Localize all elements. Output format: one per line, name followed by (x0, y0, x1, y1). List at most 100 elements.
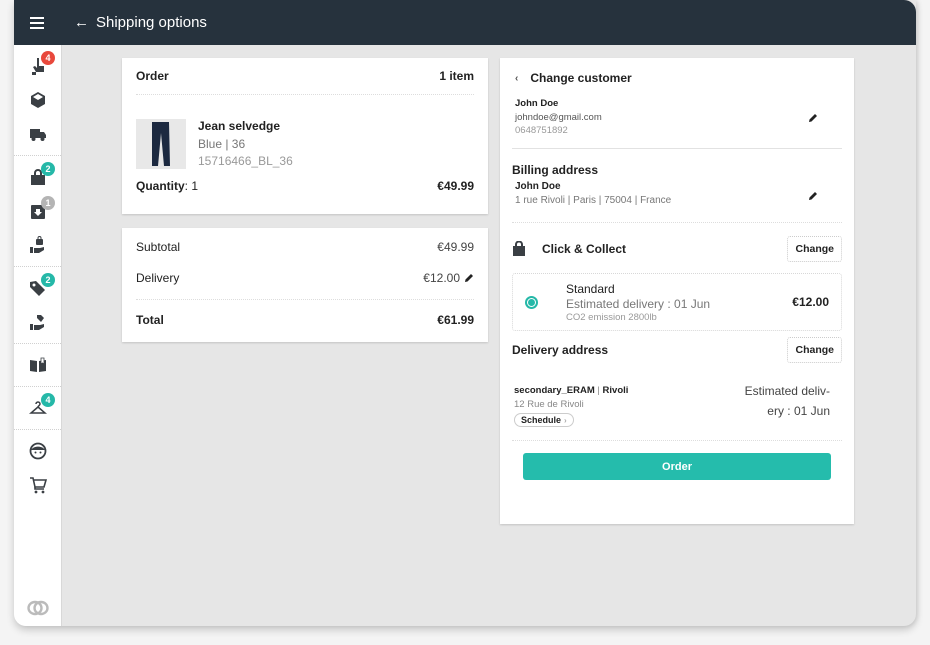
jeans-thumbnail (152, 122, 170, 166)
product-line[interactable]: Jean selvedge Blue | 36 15716466_BL_36 (136, 119, 474, 169)
shipping-option-standard[interactable]: Standard Estimated delivery : 01 Jun CO2… (512, 273, 842, 331)
checkout-card: ‹ Change customer John Doe johndoe@gmail… (500, 58, 854, 524)
option-name: Standard (566, 281, 615, 296)
sidebar-item-shipping[interactable] (14, 117, 61, 151)
sidebar-group-tags: 2 (14, 267, 61, 344)
badge: 2 (41, 273, 55, 287)
sidebar-item-tags[interactable]: 2 (14, 271, 61, 305)
order-button[interactable]: Order (523, 453, 831, 480)
sidebar-item-customer[interactable] (14, 434, 61, 468)
edit-customer-icon[interactable] (808, 113, 818, 123)
billing-address-section: Billing address John Doe 1 rue Rivoli | … (512, 149, 842, 223)
shipping-method-label: Click & Collect (542, 242, 627, 256)
sidebar-group-customer (14, 430, 61, 506)
change-customer-label[interactable]: Change customer (530, 71, 631, 85)
shipping-method-row: Click & Collect Change (512, 227, 842, 271)
customer-face-icon (29, 442, 46, 460)
edit-billing-icon[interactable] (808, 191, 818, 201)
chevron-left-icon[interactable]: ‹ (515, 73, 518, 84)
change-shipping-button[interactable]: Change (787, 236, 842, 262)
quantity-row: Quantity: 1 €49.99 (136, 179, 474, 193)
hand-tag-icon (29, 315, 44, 330)
app-logo-icon (27, 600, 49, 616)
total-value: €61.99 (437, 313, 474, 327)
store-info: secondary_ERAM | Rivoli 12 Rue de Rivoli… (512, 384, 842, 441)
subtotal-label: Subtotal (136, 239, 181, 254)
book-open-icon (29, 357, 46, 372)
schedule-label: Schedule (521, 415, 562, 425)
truck-icon (29, 129, 46, 141)
quantity-value: : 1 (184, 179, 199, 193)
store-delivery-estimate: Estimated deliv-ery : 01 Jun (744, 384, 830, 418)
total-label: Total (136, 313, 164, 327)
sidebar-group-bags: 2 1 (14, 156, 61, 267)
sidebar-item-handover[interactable] (14, 228, 61, 262)
summary-card: Subtotal €49.99 Delivery €12.00 Total €6… (122, 228, 488, 342)
store-address: 12 Rue de Rivoli (514, 399, 584, 410)
billing-address: 1 rue Rivoli | Paris | 75004 | France (515, 195, 672, 206)
menu-button[interactable] (14, 0, 60, 45)
sidebar-item-hand-tag[interactable] (14, 305, 61, 339)
badge: 2 (41, 162, 55, 176)
edit-delivery-icon[interactable] (464, 273, 474, 283)
option-co2: CO2 emission 2800lb (566, 311, 657, 323)
hand-bag-icon (29, 236, 44, 253)
sidebar-item-clothing[interactable]: 4 (14, 391, 61, 425)
delivery-value: €12.00 (423, 270, 460, 285)
radio-selected[interactable] (525, 295, 538, 309)
delivery-label: Delivery (136, 270, 180, 285)
shopping-bag-icon (513, 241, 525, 256)
store-city: Rivoli (602, 385, 629, 396)
product-thumbnail (136, 119, 186, 169)
order-item-count: 1 item (439, 69, 474, 83)
back-button[interactable]: ← (74, 14, 89, 31)
quantity-label: Quantity (136, 179, 185, 193)
badge: 4 (41, 393, 55, 407)
badge: 4 (41, 51, 55, 65)
sidebar-item-cart[interactable] (14, 468, 61, 502)
package-icon (30, 92, 45, 108)
total-row: Total €61.99 (136, 300, 474, 340)
billing-address-title: Billing address (512, 163, 599, 177)
sidebar-item-catalog[interactable] (14, 348, 61, 382)
cart-icon (29, 477, 47, 494)
app-logo (14, 600, 62, 616)
hamburger-icon (30, 16, 44, 29)
order-card: Order 1 item Jean selvedge Blue | 36 157… (122, 58, 488, 214)
app-window: ← Shipping options 4 2 1 2 4 Order 1 ite… (14, 0, 916, 626)
top-bar: ← Shipping options (14, 0, 916, 45)
change-customer-header[interactable]: ‹ Change customer (512, 58, 842, 98)
subtotal-row: Subtotal €49.99 (136, 231, 474, 262)
customer-email: johndoe@gmail.com (515, 112, 602, 123)
billing-name: John Doe (515, 181, 561, 192)
option-price: €12.00 (792, 295, 829, 309)
store-name: secondary_ERAM (514, 385, 595, 396)
sidebar-item-incoming[interactable]: 1 (14, 194, 61, 228)
order-title: Order (136, 69, 169, 83)
chevron-right-icon: › (564, 416, 567, 425)
sidebar-group-catalog (14, 344, 61, 387)
product-variant: Blue | 36 (198, 137, 246, 151)
page-title: Shipping options (96, 14, 207, 31)
customer-phone: 0648751892 (515, 125, 568, 136)
sidebar-item-selection[interactable]: 4 (14, 49, 61, 83)
customer-name: John Doe (515, 98, 559, 109)
product-sku: 15716466_BL_36 (198, 154, 293, 168)
sidebar-group-hanger: 4 (14, 387, 61, 430)
delivery-address-title: Delivery address (512, 343, 609, 357)
sidebar-group-orders: 4 (14, 45, 61, 156)
schedule-button[interactable]: Schedule › (514, 413, 574, 427)
customer-info: John Doe johndoe@gmail.com 0648751892 (512, 98, 842, 149)
change-delivery-address-button[interactable]: Change (787, 337, 842, 363)
sidebar-item-bag[interactable]: 2 (14, 160, 61, 194)
sidebar: 4 2 1 2 4 (14, 45, 62, 626)
delivery-address-header: Delivery address Change (512, 337, 842, 363)
badge: 1 (41, 196, 55, 210)
line-price: €49.99 (437, 179, 474, 193)
sidebar-item-packages[interactable] (14, 83, 61, 117)
subtotal-value: €49.99 (437, 239, 474, 254)
product-name: Jean selvedge (198, 119, 281, 133)
option-estimate: Estimated delivery : 01 Jun (566, 296, 711, 311)
order-header: Order 1 item (136, 58, 474, 95)
delivery-row: Delivery €12.00 (136, 262, 474, 293)
